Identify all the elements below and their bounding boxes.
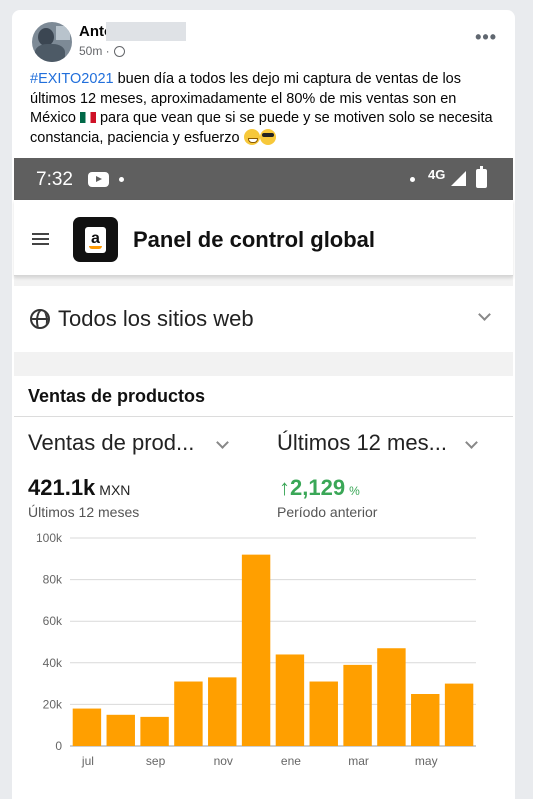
period-filter[interactable]: Últimos 12 mes... [277, 430, 447, 456]
y-tick-label: 40k [43, 656, 63, 670]
more-options-button[interactable]: ••• [475, 28, 497, 46]
status-time: 7:32 [36, 169, 73, 190]
avatar[interactable] [32, 22, 72, 62]
sunglasses-face-icon [259, 128, 276, 145]
globe-icon [30, 309, 50, 329]
screenshot-image[interactable]: 7:32 4G a Panel de control global Todos … [14, 158, 513, 799]
notification-dot-icon [410, 177, 415, 182]
bar [241, 554, 271, 746]
divider [14, 416, 513, 417]
post-text: #EXITO2021 buen día a todos les dejo mi … [30, 70, 500, 148]
chevron-down-icon [478, 308, 491, 321]
period-filter-label: Últimos 12 mes... [277, 430, 447, 455]
growth-caption: Período anterior [277, 504, 378, 520]
chevron-down-icon[interactable] [465, 436, 478, 449]
youtube-icon [88, 172, 109, 187]
menu-icon[interactable] [32, 233, 49, 245]
bar [275, 654, 305, 746]
bar [174, 681, 203, 746]
y-tick-label: 80k [43, 573, 63, 587]
post-time[interactable]: 50m · [79, 44, 110, 58]
section-title: Ventas de productos [28, 386, 206, 406]
chevron-down-icon[interactable] [216, 436, 229, 449]
x-tick-label: ene [281, 754, 301, 768]
signal-icon [451, 171, 466, 186]
metric-filter-label: Ventas de prod... [28, 430, 195, 455]
network-type: 4G [428, 167, 446, 182]
total-sales: 421.1k MXN [28, 475, 130, 501]
status-bar: 7:32 4G [14, 158, 513, 200]
public-audience-icon [113, 45, 125, 57]
growth-value: ↑2,129 [279, 475, 346, 500]
x-tick-label: mar [348, 754, 369, 768]
bar [106, 714, 135, 746]
sales-panel: Ventas de productos Ventas de prod... Úl… [14, 376, 513, 799]
metric-filter[interactable]: Ventas de prod... [28, 430, 194, 456]
amazon-seller-logo: a [73, 217, 118, 262]
redacted-name-blur [106, 22, 186, 41]
post-meta: 50m · [79, 44, 125, 58]
battery-icon [476, 166, 487, 188]
y-tick-label: 0 [55, 739, 62, 753]
bar [140, 716, 169, 746]
app-title: Panel de control global [133, 227, 376, 252]
grinning-face-icon [243, 128, 260, 145]
bar [377, 648, 406, 746]
x-tick-label: may [415, 754, 438, 768]
hashtag-link[interactable]: #EXITO2021 [30, 71, 114, 87]
x-tick-label: jul [81, 754, 94, 768]
app-bar: a Panel de control global [14, 200, 513, 276]
bar [411, 694, 440, 746]
x-tick-label: sep [146, 754, 166, 768]
site-selector[interactable]: Todos los sitios web [14, 286, 513, 352]
mexico-flag-icon [79, 112, 96, 123]
site-selector-label: Todos los sitios web [58, 306, 254, 331]
bar [208, 677, 237, 746]
growth-metric: ↑2,129% [279, 475, 360, 501]
bar [309, 681, 338, 746]
currency-label: MXN [99, 482, 131, 498]
x-tick-label: nov [214, 754, 233, 768]
y-tick-label: 100k [36, 531, 63, 545]
bar [343, 664, 372, 746]
bar [72, 708, 102, 746]
sales-bar-chart: 0 20k 40k 60k 80k 100k jul sep nov ene mar may [36, 531, 476, 768]
post-header: Anto 50m · ••• [12, 10, 515, 70]
y-tick-label: 60k [43, 614, 63, 628]
growth-unit: % [349, 484, 360, 498]
notification-dot-icon [119, 177, 124, 182]
y-tick-label: 20k [43, 697, 63, 711]
total-sales-value: 421.1k [28, 475, 96, 500]
total-sales-caption: Últimos 12 meses [28, 504, 140, 520]
bar [444, 683, 474, 746]
post-card: Anto 50m · ••• #EXITO2021 buen día a tod… [12, 10, 515, 799]
